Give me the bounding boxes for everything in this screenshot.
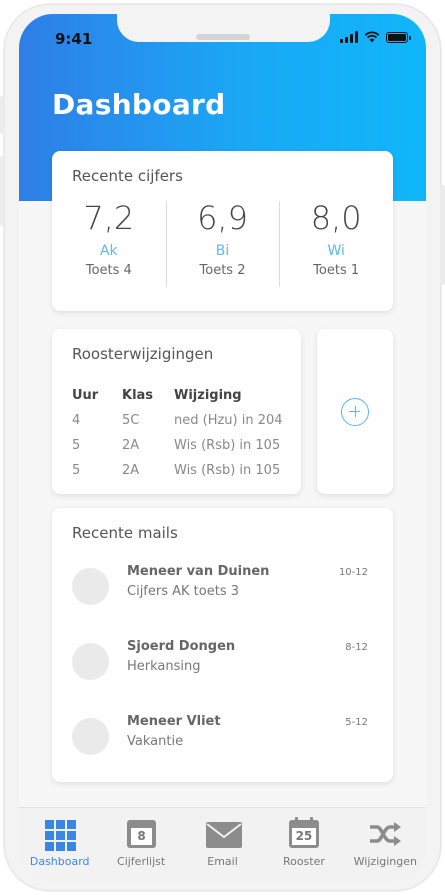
change-cell: Wis (Rsb) in 105 [174, 438, 281, 453]
grade-subject: Bi [215, 243, 230, 259]
tab-label: Rooster [282, 855, 325, 868]
mail-sender: Sjoerd Dongen [127, 639, 236, 654]
signal-icon [340, 31, 358, 43]
mail-subject: Herkansing [127, 659, 201, 674]
hour-cell: 5 [72, 438, 81, 453]
power-button [440, 185, 445, 285]
table-row: 5 2A Wis (Rsb) in 105 [72, 458, 304, 483]
grade-item[interactable]: 6,9 Bi Toets 2 [165, 199, 280, 287]
schedule-changes-title: Roosterwijzigingen [72, 345, 214, 363]
table-row: 5 2A Wis (Rsb) in 105 [72, 433, 304, 458]
tab-label: Email [207, 855, 238, 868]
add-widget-button[interactable] [317, 329, 393, 494]
avatar [72, 718, 109, 755]
calendar-icon: 25 [288, 817, 319, 848]
mail-date: 5-12 [345, 717, 368, 728]
mail-subject: Vakantie [127, 734, 184, 749]
recent-grades-title: Recente cijfers [72, 167, 183, 185]
hour-cell: 4 [72, 413, 81, 428]
mail-sender: Meneer van Duinen [127, 564, 270, 579]
tab-wijzigingen[interactable]: Wijzigingen [345, 808, 426, 882]
class-cell: 2A [122, 463, 140, 478]
avatar [72, 568, 109, 605]
class-cell: 2A [122, 438, 140, 453]
column-header-hour: Uur [72, 388, 99, 403]
column-header-class: Klas [122, 388, 154, 403]
wifi-icon [364, 31, 380, 43]
grade-test: Toets 1 [313, 263, 360, 278]
mail-date: 8-12 [345, 642, 368, 653]
grade-subject: Ak [99, 243, 118, 259]
speaker [196, 34, 250, 40]
tab-label: Dashboard [29, 855, 90, 868]
grade-item[interactable]: 8,0 Wi Toets 1 [279, 199, 393, 287]
avatar [72, 643, 109, 680]
tab-cijferlijst[interactable]: 8 Cijferlijst [100, 808, 181, 882]
tab-dashboard[interactable]: Dashboard [19, 808, 100, 882]
calendar-badge: 25 [291, 828, 316, 845]
table-header: Uur Klas Wijziging [72, 383, 304, 408]
mail-date: 10-12 [338, 567, 368, 578]
mail-subject: Cijfers AK toets 3 [127, 584, 239, 599]
shuffle-icon [370, 822, 402, 846]
mail-icon [205, 822, 242, 848]
change-cell: ned (Hzu) in 204 [174, 413, 283, 428]
grade-value: 7,2 [83, 199, 135, 237]
mail-sender: Meneer Vliet [127, 714, 221, 729]
hour-cell: 5 [72, 463, 81, 478]
page-title: Dashboard [52, 88, 226, 121]
change-cell: Wis (Rsb) in 105 [174, 463, 281, 478]
grade-value: 6,9 [197, 199, 248, 237]
class-cell: 5C [122, 413, 140, 428]
grade-test: Toets 4 [85, 263, 132, 278]
status-icons [340, 31, 411, 43]
tab-label: Wijzigingen [353, 855, 417, 868]
battery-icon [386, 31, 411, 43]
tab-rooster[interactable]: 25 Rooster [263, 808, 344, 882]
grid-icon [44, 820, 77, 851]
status-time: 9:41 [55, 30, 93, 48]
tab-label: Cijferlijst [117, 855, 166, 868]
mute-switch [0, 96, 5, 134]
grade-item[interactable]: 7,2 Ak Toets 4 [52, 199, 166, 287]
schedule-changes-table: Uur Klas Wijziging 4 5C ned (Hzu) in 204… [72, 383, 304, 483]
schedule-changes-card[interactable]: Roosterwijzigingen Uur Klas Wijziging 4 … [52, 329, 301, 494]
recent-mails-card[interactable]: Recente mails Meneer van Duinen Cijfers … [52, 508, 393, 782]
grade-test: Toets 2 [199, 263, 246, 278]
tab-email[interactable]: Email [182, 808, 263, 882]
grade-value: 8,0 [310, 199, 362, 237]
recent-grades-card[interactable]: Recente cijfers 7,2 Ak Toets 4 6,9 Bi To… [52, 151, 393, 311]
calendar-icon: 8 [127, 820, 157, 848]
tab-bar: Dashboard 8 Cijferlijst Email 25 Rooster… [19, 807, 426, 882]
plus-circle-icon [341, 397, 369, 426]
recent-mails-title: Recente mails [72, 524, 178, 542]
grade-subject: Wi [327, 243, 345, 259]
mail-list-item[interactable]: Meneer Vliet Vakantie 5-12 [72, 714, 372, 764]
mail-list-item[interactable]: Sjoerd Dongen Herkansing 8-12 [72, 639, 372, 689]
column-header-change: Wijziging [174, 388, 242, 403]
table-row: 4 5C ned (Hzu) in 204 [72, 408, 304, 433]
volume-button [0, 156, 5, 226]
mail-list-item[interactable]: Meneer van Duinen Cijfers AK toets 3 10-… [72, 564, 372, 614]
app-screen: 9:41 Dashboard Recente cijfers 7,2 Ak To… [19, 14, 426, 882]
calendar-badge: 8 [131, 828, 153, 845]
